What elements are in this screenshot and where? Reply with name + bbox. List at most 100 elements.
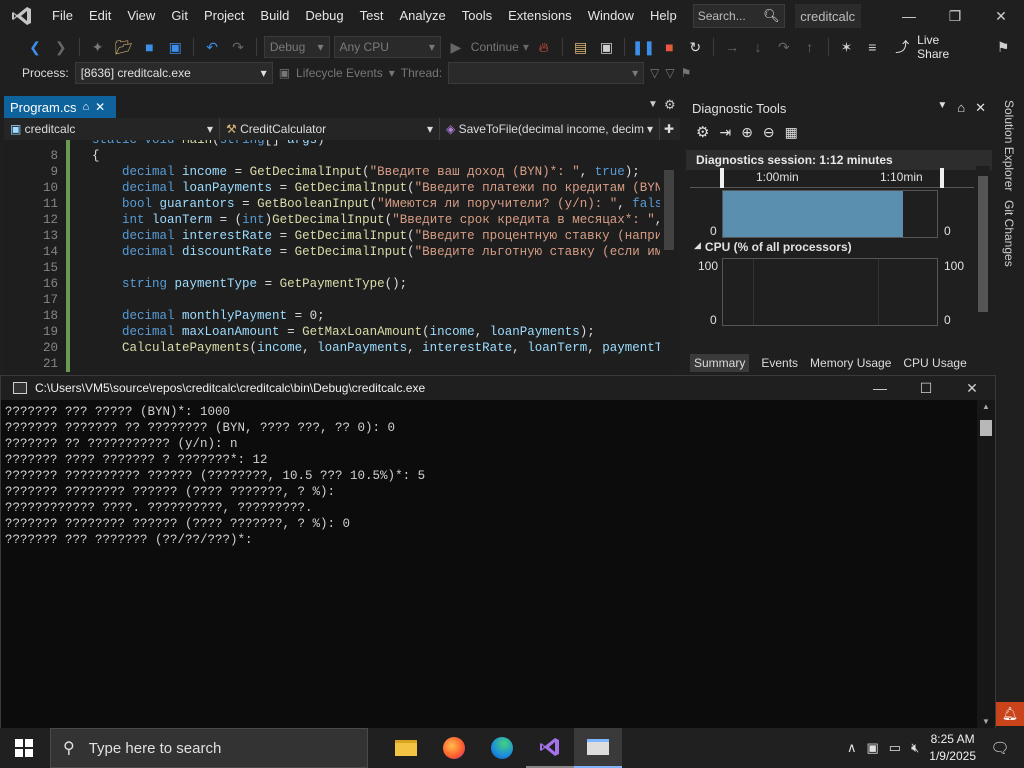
filter-icon[interactable]: ▽ <box>650 66 659 80</box>
panel-close-icon[interactable]: ✕ <box>975 100 986 116</box>
open-file-icon[interactable]: ▤ <box>570 36 592 58</box>
code-line[interactable]: 13 decimal interestRate = GetDecimalInpu… <box>4 228 660 244</box>
diag-export-icon[interactable]: ⇥ <box>719 124 731 141</box>
pause-icon[interactable]: ❚❚ <box>632 36 655 58</box>
firefox-icon[interactable] <box>430 728 478 768</box>
menu-window[interactable]: Window <box>580 0 642 32</box>
menu-edit[interactable]: Edit <box>81 0 119 32</box>
restore-button[interactable]: ❐ <box>932 0 978 32</box>
console-scrollbar[interactable]: ▲ ▼ <box>977 400 995 728</box>
menu-project[interactable]: Project <box>196 0 252 32</box>
feedback-icon[interactable]: ⚑ <box>992 36 1014 58</box>
console-output[interactable]: ??????? ??? ????? (BYN)*: 1000 ??????? ??… <box>5 404 965 724</box>
back-icon[interactable]: ❮ <box>24 36 46 58</box>
member-dropdown[interactable]: ◈ SaveToFile(decimal income, decim ▾ <box>440 118 660 140</box>
lifecycle-events-button[interactable]: Lifecycle Events <box>296 66 383 80</box>
code-line[interactable]: 18 decimal monthlyPayment = 0; <box>4 308 660 324</box>
reset-zoom-icon[interactable]: ▦ <box>785 124 798 141</box>
diag-settings-icon[interactable]: ⚙ <box>696 123 709 141</box>
step-over-icon[interactable]: ↷ <box>773 36 795 58</box>
tab-summary[interactable]: Summary <box>690 354 750 372</box>
flag-icon[interactable]: ⚑ <box>681 66 692 80</box>
menu-debug[interactable]: Debug <box>297 0 351 32</box>
step-into-icon[interactable]: ↓ <box>747 36 769 58</box>
git-changes-tab[interactable]: Git Changes <box>1002 200 1016 267</box>
console-taskbar-icon[interactable] <box>574 728 622 768</box>
search-input[interactable]: Search... 🔍︎ <box>692 4 785 28</box>
menu-tools[interactable]: Tools <box>454 0 500 32</box>
menu-git[interactable]: Git <box>163 0 196 32</box>
pin-icon[interactable]: ⌂ <box>82 101 89 113</box>
timeline-ruler[interactable]: 1:00min 1:10min <box>690 166 974 188</box>
minimize-button[interactable]: — <box>886 0 932 32</box>
menu-help[interactable]: Help <box>642 0 685 32</box>
console-window[interactable]: C:\Users\VM5\source\repos\creditcalc\cre… <box>0 375 996 729</box>
show-hidden-icons-chevron-icon[interactable]: ∧ <box>847 740 857 756</box>
continue-play-icon[interactable]: ▶ <box>445 36 467 58</box>
device-icon[interactable]: ▭ <box>889 740 901 756</box>
undo-icon[interactable]: ↶ <box>201 36 223 58</box>
menu-build[interactable]: Build <box>252 0 297 32</box>
zoom-out-icon[interactable]: ⊖ <box>763 124 775 141</box>
solution-explorer-tab[interactable]: Solution Explorer <box>1002 100 1016 191</box>
redo-icon[interactable]: ↷ <box>227 36 249 58</box>
file-explorer-icon[interactable] <box>382 728 430 768</box>
network-icon[interactable]: ▣ <box>866 740 878 756</box>
code-line[interactable]: 16 string paymentType = GetPaymentType()… <box>4 276 660 292</box>
hot-reload-icon[interactable]: 🔥︎ <box>533 36 555 58</box>
breakpoint-icon[interactable]: ✶ <box>836 36 858 58</box>
menu-analyze[interactable]: Analyze <box>391 0 453 32</box>
collapse-cpu-icon[interactable]: ◢ <box>694 240 701 254</box>
code-line[interactable]: 11 bool guarantors = GetBooleanInput("Им… <box>4 196 660 212</box>
close-button[interactable]: ✕ <box>978 0 1024 32</box>
tab-memory-usage[interactable]: Memory Usage <box>810 356 891 370</box>
filter-current-icon[interactable]: ▽ <box>665 66 674 80</box>
zoom-in-icon[interactable]: ⊕ <box>741 124 753 141</box>
console-close-button[interactable]: ✕ <box>949 376 995 400</box>
code-line[interactable]: 17 <box>4 292 660 308</box>
code-line[interactable]: 21 <box>4 356 660 372</box>
comment-icon[interactable]: ≡ <box>861 36 883 58</box>
save-icon[interactable]: ■ <box>138 36 160 58</box>
action-center-icon[interactable]: 🗨︎ <box>976 728 1024 768</box>
tab-cpu-usage[interactable]: CPU Usage <box>903 356 966 370</box>
step-out-icon[interactable]: ↑ <box>799 36 821 58</box>
tab-events[interactable]: Events <box>761 356 798 370</box>
code-line[interactable]: static void Main(string[] args) <box>4 140 660 148</box>
code-editor[interactable]: static void Main(string[] args) 8{9 decim… <box>4 140 660 376</box>
code-line[interactable]: 14 decimal discountRate = GetDecimalInpu… <box>4 244 660 260</box>
browser-link-icon[interactable]: ▣ <box>596 36 618 58</box>
taskbar-search-input[interactable]: ⚲ Type here to search <box>50 728 368 768</box>
tab-overflow-icon[interactable]: ▼ <box>648 99 658 110</box>
console-title-bar[interactable]: C:\Users\VM5\source\repos\creditcalc\cre… <box>1 376 995 400</box>
process-select[interactable]: [8636] creditcalc.exe ▾ <box>74 62 273 84</box>
show-next-statement-icon[interactable]: → <box>721 36 743 58</box>
code-line[interactable]: 8{ <box>4 148 660 164</box>
configuration-select[interactable]: Debug ▾ <box>263 36 330 58</box>
new-project-icon[interactable]: ✦ <box>87 36 109 58</box>
panel-pin-icon[interactable]: ⌂ <box>957 100 965 116</box>
editor-scrollbar[interactable] <box>660 140 678 376</box>
split-editor-icon[interactable]: ✚ <box>664 122 674 136</box>
windows-start-icon[interactable] <box>0 728 48 768</box>
stop-icon[interactable]: ■ <box>658 36 680 58</box>
menu-file[interactable]: File <box>44 0 81 32</box>
project-dropdown[interactable]: ▣ creditcalc ▾ <box>4 118 220 140</box>
console-maximize-button[interactable]: ☐ <box>903 376 949 400</box>
visual-studio-taskbar-icon[interactable] <box>526 728 574 768</box>
code-line[interactable]: 20 CalculatePayments(income, loanPayment… <box>4 340 660 356</box>
system-clock[interactable]: 8:25 AM 1/9/2025 <box>929 731 976 765</box>
open-folder-icon[interactable]: 📂︎ <box>113 36 135 58</box>
code-line[interactable]: 10 decimal loanPayments = GetDecimalInpu… <box>4 180 660 196</box>
close-tab-icon[interactable]: ✕ <box>95 100 105 114</box>
code-line[interactable]: 12 int loanTerm = (int)GetDecimalInput("… <box>4 212 660 228</box>
code-line[interactable]: 19 decimal maxLoanAmount = GetMaxLoanAmo… <box>4 324 660 340</box>
edge-icon[interactable] <box>478 728 526 768</box>
forward-icon[interactable]: ❯ <box>50 36 72 58</box>
continue-button[interactable]: Continue <box>471 40 519 54</box>
class-dropdown[interactable]: ⚒ CreditCalculator ▾ <box>220 118 440 140</box>
diag-scrollbar[interactable] <box>976 166 990 338</box>
code-line[interactable]: 15 <box>4 260 660 276</box>
settings-gear-icon[interactable]: ⚙ <box>664 97 676 113</box>
tab-program-cs[interactable]: Program.cs ⌂ ✕ <box>4 96 116 118</box>
